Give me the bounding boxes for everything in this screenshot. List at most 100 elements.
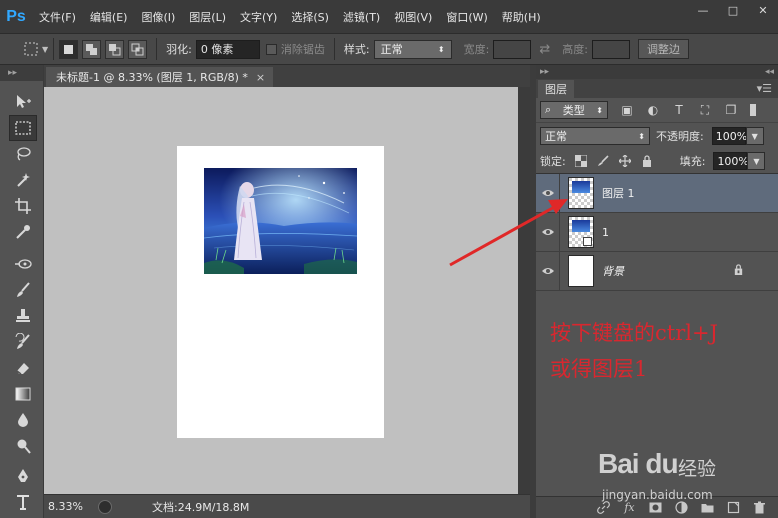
lock-all-icon[interactable] [640,154,654,168]
gradient-tool[interactable] [9,381,37,407]
swap-icon[interactable]: ⇄ [539,42,550,57]
expand-icon[interactable]: ▸▸ [540,67,549,77]
tools-panel: ▸▸ [0,65,44,518]
tool-preset-picker[interactable]: ▼ [0,42,48,56]
adjustment-filter-icon[interactable]: ◐ [646,103,660,117]
menu-edit[interactable]: 编辑(E) [83,9,135,25]
height-label: 高度: [562,43,588,56]
vertical-scrollbar[interactable] [518,87,530,494]
smart-object-filter-icon[interactable]: ❐ [724,103,738,117]
menu-file[interactable]: 文件(F) [32,9,83,25]
visibility-toggle[interactable] [536,173,560,213]
menu-filter[interactable]: 滤镜(T) [336,9,387,25]
minimize-button[interactable]: — [688,0,718,20]
history-brush-tool[interactable] [9,329,37,355]
width-input[interactable] [493,39,532,59]
panel-collapse-bar[interactable]: ▸▸ ◂◂ [536,65,778,79]
visibility-toggle[interactable] [536,212,560,252]
filter-toggle-icon[interactable] [750,104,756,116]
type-tool[interactable] [9,489,37,515]
feather-input[interactable]: 0 像素 [195,39,260,59]
photoshop-logo: Ps [6,7,26,25]
lock-transparency-icon[interactable] [574,154,588,168]
menu-layer[interactable]: 图层(L) [182,9,233,25]
gradient-icon [15,387,31,401]
type-filter-icon[interactable]: T [672,103,686,117]
layer-row-1[interactable]: 1 [536,212,778,252]
magic-wand-tool[interactable] [9,167,37,193]
new-selection-icon [64,44,74,54]
status-menu-icon[interactable] [98,499,112,514]
style-select[interactable]: 正常 ⬍ [373,39,452,59]
document-tab[interactable]: 未标题-1 @ 8.33% (图层 1, RGB/8) * × [46,67,274,87]
blur-tool[interactable] [9,407,37,433]
updown-arrows-icon: ⬍ [596,105,603,115]
lock-paint-icon[interactable] [596,154,610,168]
menu-window[interactable]: 窗口(W) [439,9,494,25]
eye-icon [541,229,554,235]
zoom-readout[interactable]: 8.33% [44,500,92,513]
menu-help[interactable]: 帮助(H) [495,9,548,25]
tab-layers[interactable]: 图层 [538,80,574,98]
clone-stamp-tool[interactable] [9,303,37,329]
watermark-url: jingyan.baidu.com [602,488,713,502]
opacity-dropdown-icon[interactable]: ▼ [745,127,764,145]
watermark-sub: 经验 [678,458,717,480]
collapse-icon[interactable]: ◂◂ [765,67,774,77]
intersect-selection-button[interactable] [128,39,148,59]
dodge-tool[interactable] [9,433,37,459]
eraser-icon [16,363,29,375]
fill-label: 填充: [679,155,706,168]
subtract-selection-button[interactable] [105,39,125,59]
pixel-filter-icon[interactable]: ▣ [620,103,634,117]
layer-name[interactable]: 背景 [602,263,624,279]
move-tool[interactable] [9,89,37,115]
separator [333,38,335,60]
layer-name[interactable]: 1 [602,226,609,239]
menu-view[interactable]: 视图(V) [387,9,439,25]
layer-name[interactable]: 图层 1 [602,185,635,201]
document-canvas[interactable] [177,146,384,438]
crop-tool[interactable] [9,193,37,219]
rectangular-marquee-tool[interactable] [9,115,37,141]
lasso-tool[interactable] [9,141,37,167]
panel-tabs: 图层 ▾☰ [536,79,778,98]
eyedropper-tool[interactable] [9,219,37,245]
brush-tool[interactable] [9,277,37,303]
lock-position-icon[interactable] [618,154,632,168]
layer-row-background[interactable]: 背景 [536,251,778,291]
pen-icon [18,469,28,482]
canvas-workspace[interactable] [44,87,518,494]
close-tab-icon[interactable]: × [256,71,265,84]
refine-edge-button[interactable]: 调整边 [637,39,689,59]
marquee-preset-icon [24,42,38,56]
toolbar-collapse-icon[interactable]: ▸▸ [0,65,43,81]
pen-tool[interactable] [9,463,37,489]
layer-row-layer1[interactable]: 图层 1 [536,173,778,213]
eraser-tool[interactable] [9,355,37,381]
eyedropper-icon [16,225,30,239]
new-selection-button[interactable] [59,39,79,59]
add-selection-icon [86,43,98,55]
add-selection-button[interactable] [82,39,102,59]
spot-healing-tool[interactable] [9,251,37,277]
visibility-toggle[interactable] [536,251,560,291]
menu-type[interactable]: 文字(Y) [233,9,284,25]
fill-dropdown-icon[interactable]: ▼ [747,152,766,170]
panel-menu-icon[interactable]: ▾☰ [757,82,772,95]
document-tab-title: 未标题-1 @ 8.33% (图层 1, RGB/8) * [56,71,248,84]
fantasy-girl-image[interactable] [204,168,357,274]
shape-filter-icon[interactable]: ⛶ [698,103,712,117]
antialias-checkbox[interactable] [265,43,277,55]
photoshop-window: Ps 文件(F) 编辑(E) 图像(I) 图层(L) 文字(Y) 选择(S) 滤… [0,0,778,518]
filter-kind-select[interactable]: ⌕ 类型 ⬍ [540,101,608,119]
maximize-button[interactable]: □ [718,0,748,20]
blend-mode-select[interactable]: 正常 ⬍ [540,127,650,145]
menu-image[interactable]: 图像(I) [134,9,182,25]
menu-select[interactable]: 选择(S) [284,9,336,25]
intersect-selection-icon [131,43,144,55]
opacity-input[interactable]: 100% [711,127,747,145]
fill-input[interactable]: 100% [713,152,749,170]
close-button[interactable]: ✕ [748,0,778,20]
height-input[interactable] [591,39,630,59]
